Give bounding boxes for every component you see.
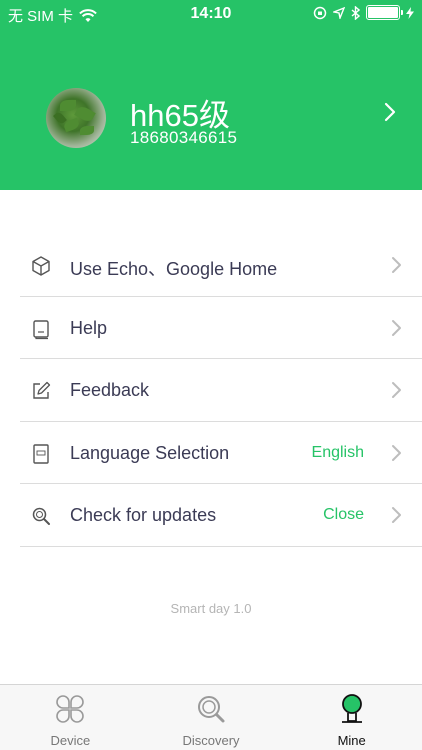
bluetooth-icon xyxy=(351,5,360,20)
menu-item-label: Help xyxy=(70,317,108,338)
status-bar: 无 SIM 卡 14:10 xyxy=(0,0,422,28)
chevron-right-icon xyxy=(392,319,401,336)
rotation-lock-icon xyxy=(313,6,327,19)
menu-item-help[interactable]: Help xyxy=(20,297,422,359)
menu-item-label: Use Echo、Google Home xyxy=(70,259,278,279)
battery-icon xyxy=(366,5,403,20)
edit-icon xyxy=(33,381,51,399)
tab-label: Mine xyxy=(337,733,366,748)
tab-mine[interactable]: Mine xyxy=(281,685,422,750)
menu-item-label: Language Selection xyxy=(70,442,230,463)
chevron-right-icon[interactable] xyxy=(384,102,396,122)
tab-discovery[interactable]: Discovery xyxy=(141,685,282,750)
profile-card[interactable]: hh65级 18680346615 xyxy=(0,80,422,160)
tab-device[interactable]: Device xyxy=(0,685,141,750)
tab-bar: Device Discovery Mine xyxy=(0,684,422,750)
menu-item-label: Check for updates xyxy=(70,505,217,525)
profile-header: 无 SIM 卡 14:10 hh65级 18680346615 xyxy=(0,0,422,190)
app-version: Smart day 1.0 xyxy=(170,601,252,616)
abc-book-icon xyxy=(33,443,49,464)
settings-menu: Use Echo、Google Home Help Feedback Langu… xyxy=(20,234,422,547)
menu-item-feedback[interactable]: Feedback xyxy=(20,359,422,422)
chevron-right-icon xyxy=(392,257,401,273)
person-icon xyxy=(341,694,362,723)
menu-item-check-updates[interactable]: Check for updates Close xyxy=(20,484,422,547)
chevron-right-icon xyxy=(392,382,401,398)
tab-label: Device xyxy=(50,733,91,748)
chevron-right-icon xyxy=(392,507,401,523)
menu-item-label: Feedback xyxy=(70,380,150,400)
tab-label: Discovery xyxy=(182,733,240,748)
menu-item-language[interactable]: Language Selection English xyxy=(20,422,422,484)
cube-icon xyxy=(32,256,50,276)
search-icon xyxy=(32,507,50,525)
language-value: English xyxy=(311,443,364,461)
clover-icon xyxy=(56,695,85,723)
avatar[interactable] xyxy=(46,88,106,148)
menu-item-use-echo[interactable]: Use Echo、Google Home xyxy=(20,234,422,297)
update-status-value: Close xyxy=(323,506,364,523)
chevron-right-icon xyxy=(392,444,401,461)
magnifier-icon xyxy=(198,696,225,723)
charging-icon xyxy=(406,6,414,19)
location-icon xyxy=(333,6,345,19)
book-icon xyxy=(33,319,49,339)
phone-number: 18680346615 xyxy=(130,128,238,147)
